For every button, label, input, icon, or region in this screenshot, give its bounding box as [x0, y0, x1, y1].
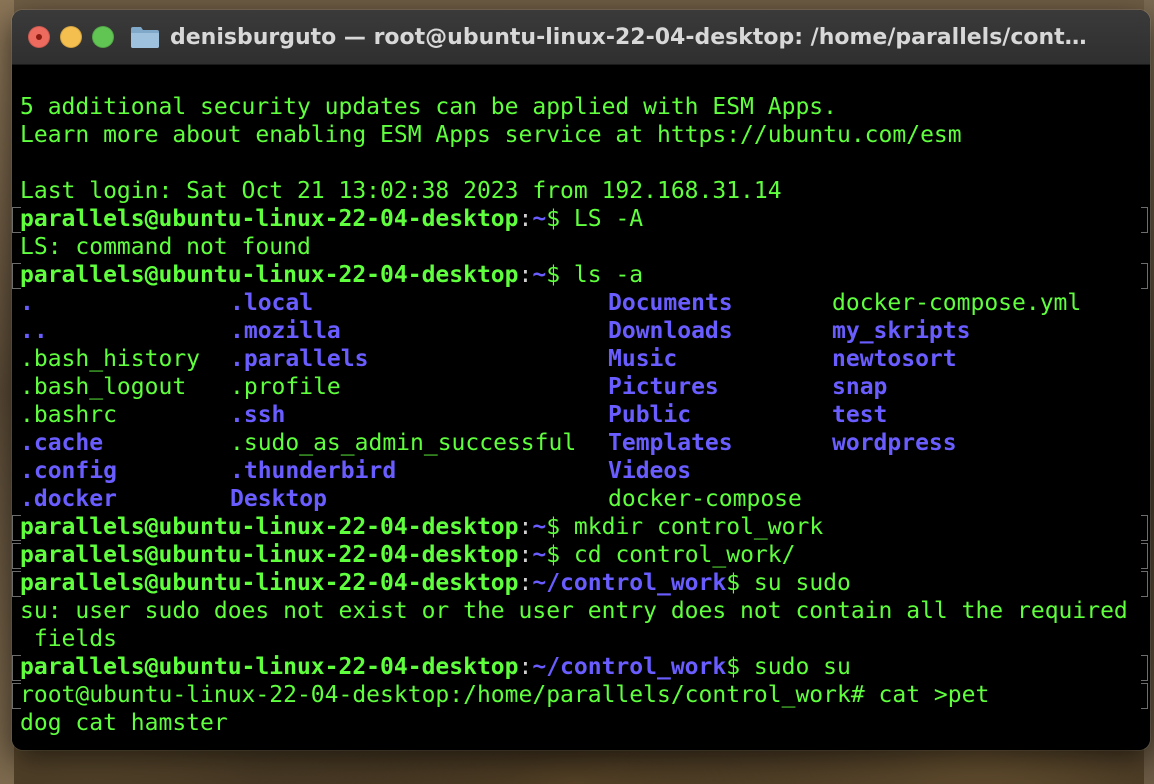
ls-file-entry: .profile	[230, 374, 341, 400]
prompt-line: parallels@ubuntu-linux-22-04-desktop:~$ …	[12, 513, 1150, 541]
ls-row: .bash_logout .profile Pictures snap	[12, 373, 1150, 401]
ls-dir-entry: Desktop	[230, 486, 327, 512]
ls-listing: . .local Documents docker-compose.yml.. .moz…	[12, 289, 1150, 513]
prompt-command: $ sudo su	[726, 654, 851, 680]
ls-dir-entry: Public	[608, 402, 692, 428]
ls-dir-entry: .docker	[20, 486, 117, 512]
prompt-bracket-right	[1141, 543, 1148, 569]
zoom-button[interactable]	[92, 26, 114, 48]
ls-dir-entry: .config	[20, 458, 117, 484]
prompt-line: parallels@ubuntu-linux-22-04-desktop:~/c…	[12, 569, 1150, 597]
prompt-path: ~	[532, 542, 547, 568]
ls-dir-entry: Music	[608, 346, 678, 372]
ls-dir-entry: Downloads	[608, 318, 733, 344]
ls-row: .docker Desktop docker-compose	[12, 485, 1150, 513]
last-login-line: Last login: Sat Oct 21 13:02:38 2023 fro…	[20, 178, 782, 204]
ls-row: .bashrc .ssh Public test	[12, 401, 1150, 429]
prompt-command: $ ls -a	[546, 262, 644, 288]
terminal-line: 5 additional security updates can be app…	[12, 93, 1150, 121]
prompt-bracket-right	[1141, 683, 1148, 709]
ls-dir-entry: Videos	[608, 458, 692, 484]
ls-row: .bash_history .parallels Music newtosort	[12, 345, 1150, 373]
ls-file-entry: .bash_history	[20, 346, 201, 372]
ls-file-entry: docker-compose.yml	[832, 290, 1082, 316]
prompt-path: ~	[532, 206, 547, 232]
ls-file-entry: docker-compose	[608, 486, 802, 512]
prompt-bracket-right	[1141, 515, 1148, 541]
prompt-line: parallels@ubuntu-linux-22-04-desktop:~$ …	[12, 205, 1150, 233]
folder-icon	[130, 25, 160, 49]
ls-dir-entry: .parallels	[230, 346, 369, 372]
ls-row: .cache .sudo_as_admin_successful Templates…	[12, 429, 1150, 457]
intro-line-1: 5 additional security updates can be app…	[20, 94, 837, 120]
ls-dir-entry: .local	[230, 290, 314, 316]
prompt-command: $ su sudo	[726, 570, 851, 596]
ls-row: . .local Documents docker-compose.yml	[12, 289, 1150, 317]
close-button[interactable]	[28, 26, 50, 48]
ls-dir-entry: Templates	[608, 430, 733, 456]
ls-dir-entry: .mozilla	[230, 318, 341, 344]
minimize-button[interactable]	[60, 26, 82, 48]
terminal-window: denisburguto — root@ubuntu-linux-22-04-d…	[12, 10, 1150, 750]
title-bar[interactable]: denisburguto — root@ubuntu-linux-22-04-d…	[12, 10, 1150, 65]
prompt-line: parallels@ubuntu-linux-22-04-desktop:~$ …	[12, 261, 1150, 289]
ls-dir-entry: my_skripts	[832, 318, 971, 344]
traffic-lights	[28, 26, 114, 48]
prompt-line: parallels@ubuntu-linux-22-04-desktop:~/c…	[12, 653, 1150, 681]
root-prompt: root@ubuntu-linux-22-04-desktop:/home/pa…	[20, 682, 990, 708]
prompt-user: parallels@ubuntu-linux-22-04-desktop	[20, 654, 519, 680]
ls-error-line: LS: command not found	[20, 234, 311, 260]
ls-dir-entry: Documents	[608, 290, 733, 316]
prompt-user: parallels@ubuntu-linux-22-04-desktop	[20, 514, 519, 540]
prompt-bracket-right	[1141, 263, 1148, 289]
prompt-line: parallels@ubuntu-linux-22-04-desktop:~$ …	[12, 541, 1150, 569]
ls-file-entry: .bash_logout	[20, 374, 187, 400]
ls-dir-entry: snap	[832, 374, 888, 400]
ls-dir-entry: .cache	[20, 430, 104, 456]
prompt-bracket-right	[1141, 571, 1148, 597]
prompt-bracket-right	[1141, 655, 1148, 681]
terminal-line: LS: command not found	[12, 233, 1150, 261]
terminal-line: su: user sudo does not exist or the user…	[12, 597, 1150, 625]
prompt-user: parallels@ubuntu-linux-22-04-desktop	[20, 262, 519, 288]
terminal-line: Last login: Sat Oct 21 13:02:38 2023 fro…	[12, 177, 1150, 205]
ls-row: .. .mozilla Downloads my_skripts	[12, 317, 1150, 345]
prompt-command: $ cd control_work/	[546, 542, 796, 568]
intro-line-2: Learn more about enabling ESM Apps servi…	[20, 122, 962, 148]
input-line: dog cat hamster	[20, 710, 228, 736]
ls-dir-entry: wordpress	[832, 430, 957, 456]
ls-dir-entry: ..	[20, 318, 48, 344]
prompt-bracket-right	[1141, 207, 1148, 233]
ls-dir-entry: .thunderbird	[230, 458, 397, 484]
prompt-path: ~	[532, 514, 547, 540]
su-error-line-1: su: user sudo does not exist or the user…	[20, 598, 1128, 624]
prompt-line: root@ubuntu-linux-22-04-desktop:/home/pa…	[12, 681, 1150, 709]
prompt-path: ~/control_work	[532, 654, 727, 680]
terminal-content[interactable]: 5 additional security updates can be app…	[12, 65, 1150, 750]
window-title-container: denisburguto — root@ubuntu-linux-22-04-d…	[130, 25, 1087, 50]
prompt-user: parallels@ubuntu-linux-22-04-desktop	[20, 542, 519, 568]
prompt-command: $ mkdir control_work	[546, 514, 824, 540]
ls-dir-entry: test	[832, 402, 888, 428]
prompt-path: ~	[532, 262, 547, 288]
prompt-path: ~/control_work	[532, 570, 727, 596]
terminal-line: dog cat hamster	[12, 709, 1150, 737]
prompt-user: parallels@ubuntu-linux-22-04-desktop	[20, 570, 519, 596]
ls-dir-entry: Pictures	[608, 374, 719, 400]
window-title: denisburguto — root@ubuntu-linux-22-04-d…	[170, 24, 1087, 50]
prompt-command: $ LS -A	[546, 206, 644, 232]
ls-file-entry: .bashrc	[20, 402, 117, 428]
ls-dir-entry: .	[20, 290, 34, 316]
terminal-line: Learn more about enabling ESM Apps servi…	[12, 121, 1150, 149]
ls-dir-entry: .ssh	[230, 402, 286, 428]
su-error-line-2: fields	[20, 626, 117, 652]
ls-file-entry: .sudo_as_admin_successful	[230, 430, 577, 456]
ls-dir-entry: newtosort	[832, 346, 957, 372]
ls-row: .config .thunderbird Videos	[12, 457, 1150, 485]
prompt-user: parallels@ubuntu-linux-22-04-desktop	[20, 206, 519, 232]
terminal-line: fields	[12, 625, 1150, 653]
